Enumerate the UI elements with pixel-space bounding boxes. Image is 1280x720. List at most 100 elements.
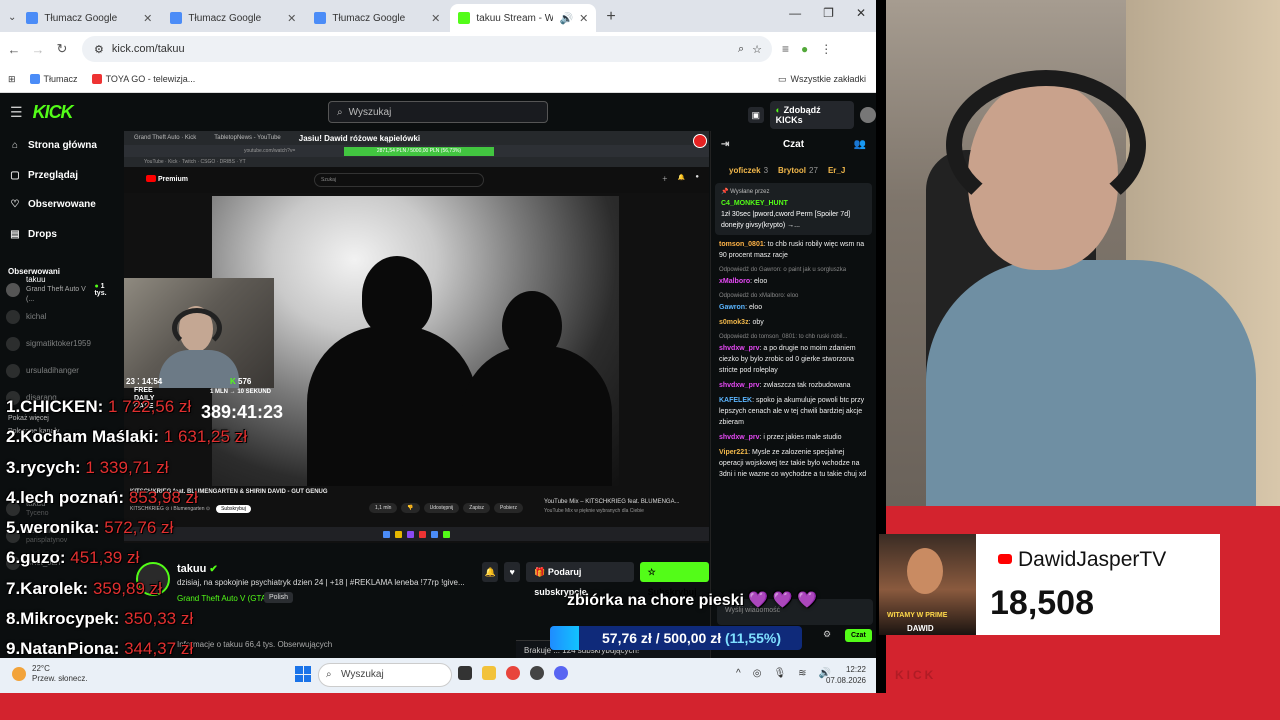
chat-text: : i przez jakies male studio	[759, 434, 842, 441]
close-tab-icon[interactable]: ✕	[287, 12, 296, 25]
window-controls: — ❐ ✕	[789, 6, 876, 20]
chat-settings-icon[interactable]: ⚙	[823, 629, 831, 640]
discord-icon[interactable]	[554, 666, 568, 680]
network-icon[interactable]: ◎	[753, 668, 762, 679]
leaderboard-row: 6.guzo: 451,39 zł	[6, 548, 326, 578]
chat-username[interactable]: shvdxw_prv	[719, 345, 759, 352]
yt-mix-card: YouTube Mix – KITSCHKRIEG feat. BLUMENGA…	[544, 499, 680, 514]
theater-icon[interactable]: ▣	[748, 107, 764, 123]
task-view-icon[interactable]	[458, 666, 472, 680]
chevron-up-icon[interactable]: ^	[736, 668, 741, 679]
subscribe-button[interactable]: ☆ Subskrybuj	[639, 562, 709, 597]
kick-logo[interactable]: KICK	[33, 102, 74, 123]
get-kicks-button[interactable]: ◐ Zdobądź KICKs	[769, 101, 855, 129]
brand-background-bottom	[0, 693, 886, 720]
taskbar-search[interactable]: ⌕ Wyszukaj	[318, 663, 452, 687]
weather-widget[interactable]: 22°C Przew. słonecz.	[12, 664, 88, 684]
gift-subs-button[interactable]: 🎁 Podaruj subskrypcje	[526, 562, 634, 597]
heart-icon[interactable]: ♥	[504, 562, 521, 582]
google-translate-icon	[26, 12, 39, 24]
reload-icon[interactable]: ↻	[50, 41, 74, 57]
taskbar-clock[interactable]: 12:22 07.08.2026	[826, 664, 866, 686]
silhouette-body	[307, 326, 477, 486]
browser-tab-2[interactable]: Tłumacz Google ✕	[162, 4, 304, 32]
zoom-icon[interactable]: ⌕	[738, 43, 744, 56]
user-avatar[interactable]	[860, 107, 876, 123]
avatar	[6, 336, 20, 351]
bookmark-toya[interactable]: TOYA GO - telewizja...	[91, 74, 195, 84]
leaderboard-row: 3.rycych: 1 339,71 zł	[6, 458, 326, 488]
browser-tab-3[interactable]: Tłumacz Google ✕	[306, 4, 448, 32]
bell-icon[interactable]: 🔔	[482, 562, 499, 582]
pinned-message[interactable]: 📌 Wysłane przez C4_MONKEY_HUNT 1zł 30sec…	[715, 183, 872, 235]
top-gifters: yoficzek 3 Brytool 27 Er_J	[711, 157, 876, 183]
streamer-webcam	[124, 278, 274, 388]
chat-username[interactable]: KAFELEK	[719, 397, 752, 404]
collapse-chat-icon[interactable]: ⇥	[721, 139, 729, 150]
close-window-icon[interactable]: ✕	[856, 6, 866, 20]
tab-search-icon[interactable]: ⌄	[8, 12, 16, 23]
new-tab-button[interactable]: +	[606, 8, 615, 26]
sun-icon	[12, 667, 26, 681]
chat-username[interactable]: Viper221	[719, 449, 748, 456]
donor-amount: 853,98 zł	[128, 487, 198, 507]
chat-username[interactable]: xMalboro	[719, 278, 750, 285]
forward-icon[interactable]: →	[26, 42, 50, 57]
browser-tab-kick[interactable]: takuu Stream - Watch Live🔊✕	[450, 4, 597, 32]
followed-channel[interactable]: sigmatiktoker1959	[0, 330, 122, 357]
donor-name: 8.Mikrocypek:	[6, 609, 120, 629]
all-bookmarks[interactable]: ▭ Wszystkie zakładki	[778, 74, 866, 85]
menu-icon[interactable]: ⋮	[820, 42, 832, 56]
bookmark-tlumacz[interactable]: Tłumacz	[29, 74, 78, 84]
windows-taskbar: 22°C Przew. słonecz. ⌕ Wyszukaj ^ ◎ 🎙 ≋ 🔊 …	[0, 658, 876, 693]
chat-username[interactable]: s0mok3z	[719, 319, 749, 326]
bookmark-star-icon[interactable]: ☆	[752, 43, 762, 56]
reply-context[interactable]: Odpowiedź do xMalboro: eloo	[719, 291, 868, 302]
reply-context[interactable]: Odpowiedź do tomson_0801: to chb ruski r…	[719, 332, 868, 343]
chat-username[interactable]: tomson_0801	[719, 241, 764, 248]
close-tab-icon[interactable]: ✕	[431, 12, 440, 25]
followed-channel[interactable]: takuu Grand Theft Auto V (... ● 1 tys.	[0, 275, 122, 303]
site-info-icon[interactable]: ⚙	[94, 43, 104, 56]
microphone-icon[interactable]: 🎙	[773, 668, 786, 679]
chat-username[interactable]: Gawron	[719, 304, 745, 311]
followed-channel[interactable]: ursuladihanger	[0, 357, 122, 384]
nav-following[interactable]: ♡ Obserwowane	[0, 190, 122, 220]
donor-name: 7.Karolek:	[6, 578, 89, 598]
donor-amount: 451,39 zł	[70, 548, 140, 568]
followed-channel[interactable]: kichal	[0, 303, 122, 330]
reply-context[interactable]: Odpowiedź do Gawron: o paint jak u sorgl…	[719, 265, 868, 276]
speaker-icon[interactable]: 🔊	[559, 12, 573, 25]
chrome-icon[interactable]	[506, 666, 520, 680]
kick-search-input[interactable]: ⌕ Wyszukaj	[328, 101, 548, 123]
close-tab-icon[interactable]: ✕	[579, 12, 588, 25]
gifter[interactable]: Brytool 27	[778, 166, 818, 175]
chat-username[interactable]: shvdxw_prv	[719, 434, 759, 441]
maximize-icon[interactable]: ❐	[823, 6, 834, 20]
nav-browse[interactable]: ▢ Przeglądaj	[0, 161, 122, 191]
gifter[interactable]: yoficzek 3	[729, 166, 768, 175]
nav-drops[interactable]: ▤ Drops	[0, 220, 122, 250]
hamburger-icon[interactable]: ☰	[10, 104, 23, 121]
kicks-coin-icon: ◐	[775, 105, 782, 115]
chat-message: Odpowiedź do xMalboro: eloo Gawron: eloo	[719, 291, 868, 313]
nav-home[interactable]: ⌂ Strona główna	[0, 131, 122, 161]
obs-icon[interactable]	[530, 666, 544, 680]
headphones	[946, 70, 1146, 220]
back-icon[interactable]: ←	[2, 42, 26, 57]
apps-icon[interactable]: ⊞	[8, 74, 16, 85]
minimize-icon[interactable]: —	[789, 6, 801, 20]
url-field[interactable]: ⚙ kick.com/takuu ⌕ ☆	[82, 36, 772, 62]
file-explorer-icon[interactable]	[482, 666, 496, 680]
browser-tab-1[interactable]: Tłumacz Google ✕	[18, 4, 160, 32]
wifi-icon[interactable]: ≋	[798, 668, 806, 679]
chat-send-button[interactable]: Czat	[845, 629, 872, 642]
reading-list-icon[interactable]: ≡	[782, 42, 789, 56]
chat-users-icon[interactable]: 👥	[854, 139, 866, 150]
gifter[interactable]: Er_J	[828, 166, 845, 175]
close-tab-icon[interactable]: ✕	[143, 12, 152, 25]
chat-username[interactable]: shvdxw_prv	[719, 382, 759, 389]
profile-icon[interactable]: ●	[801, 42, 808, 56]
windows-start-icon[interactable]	[295, 666, 311, 682]
kick-topbar-right: ▣ ◐ Zdobądź KICKs	[748, 101, 876, 129]
